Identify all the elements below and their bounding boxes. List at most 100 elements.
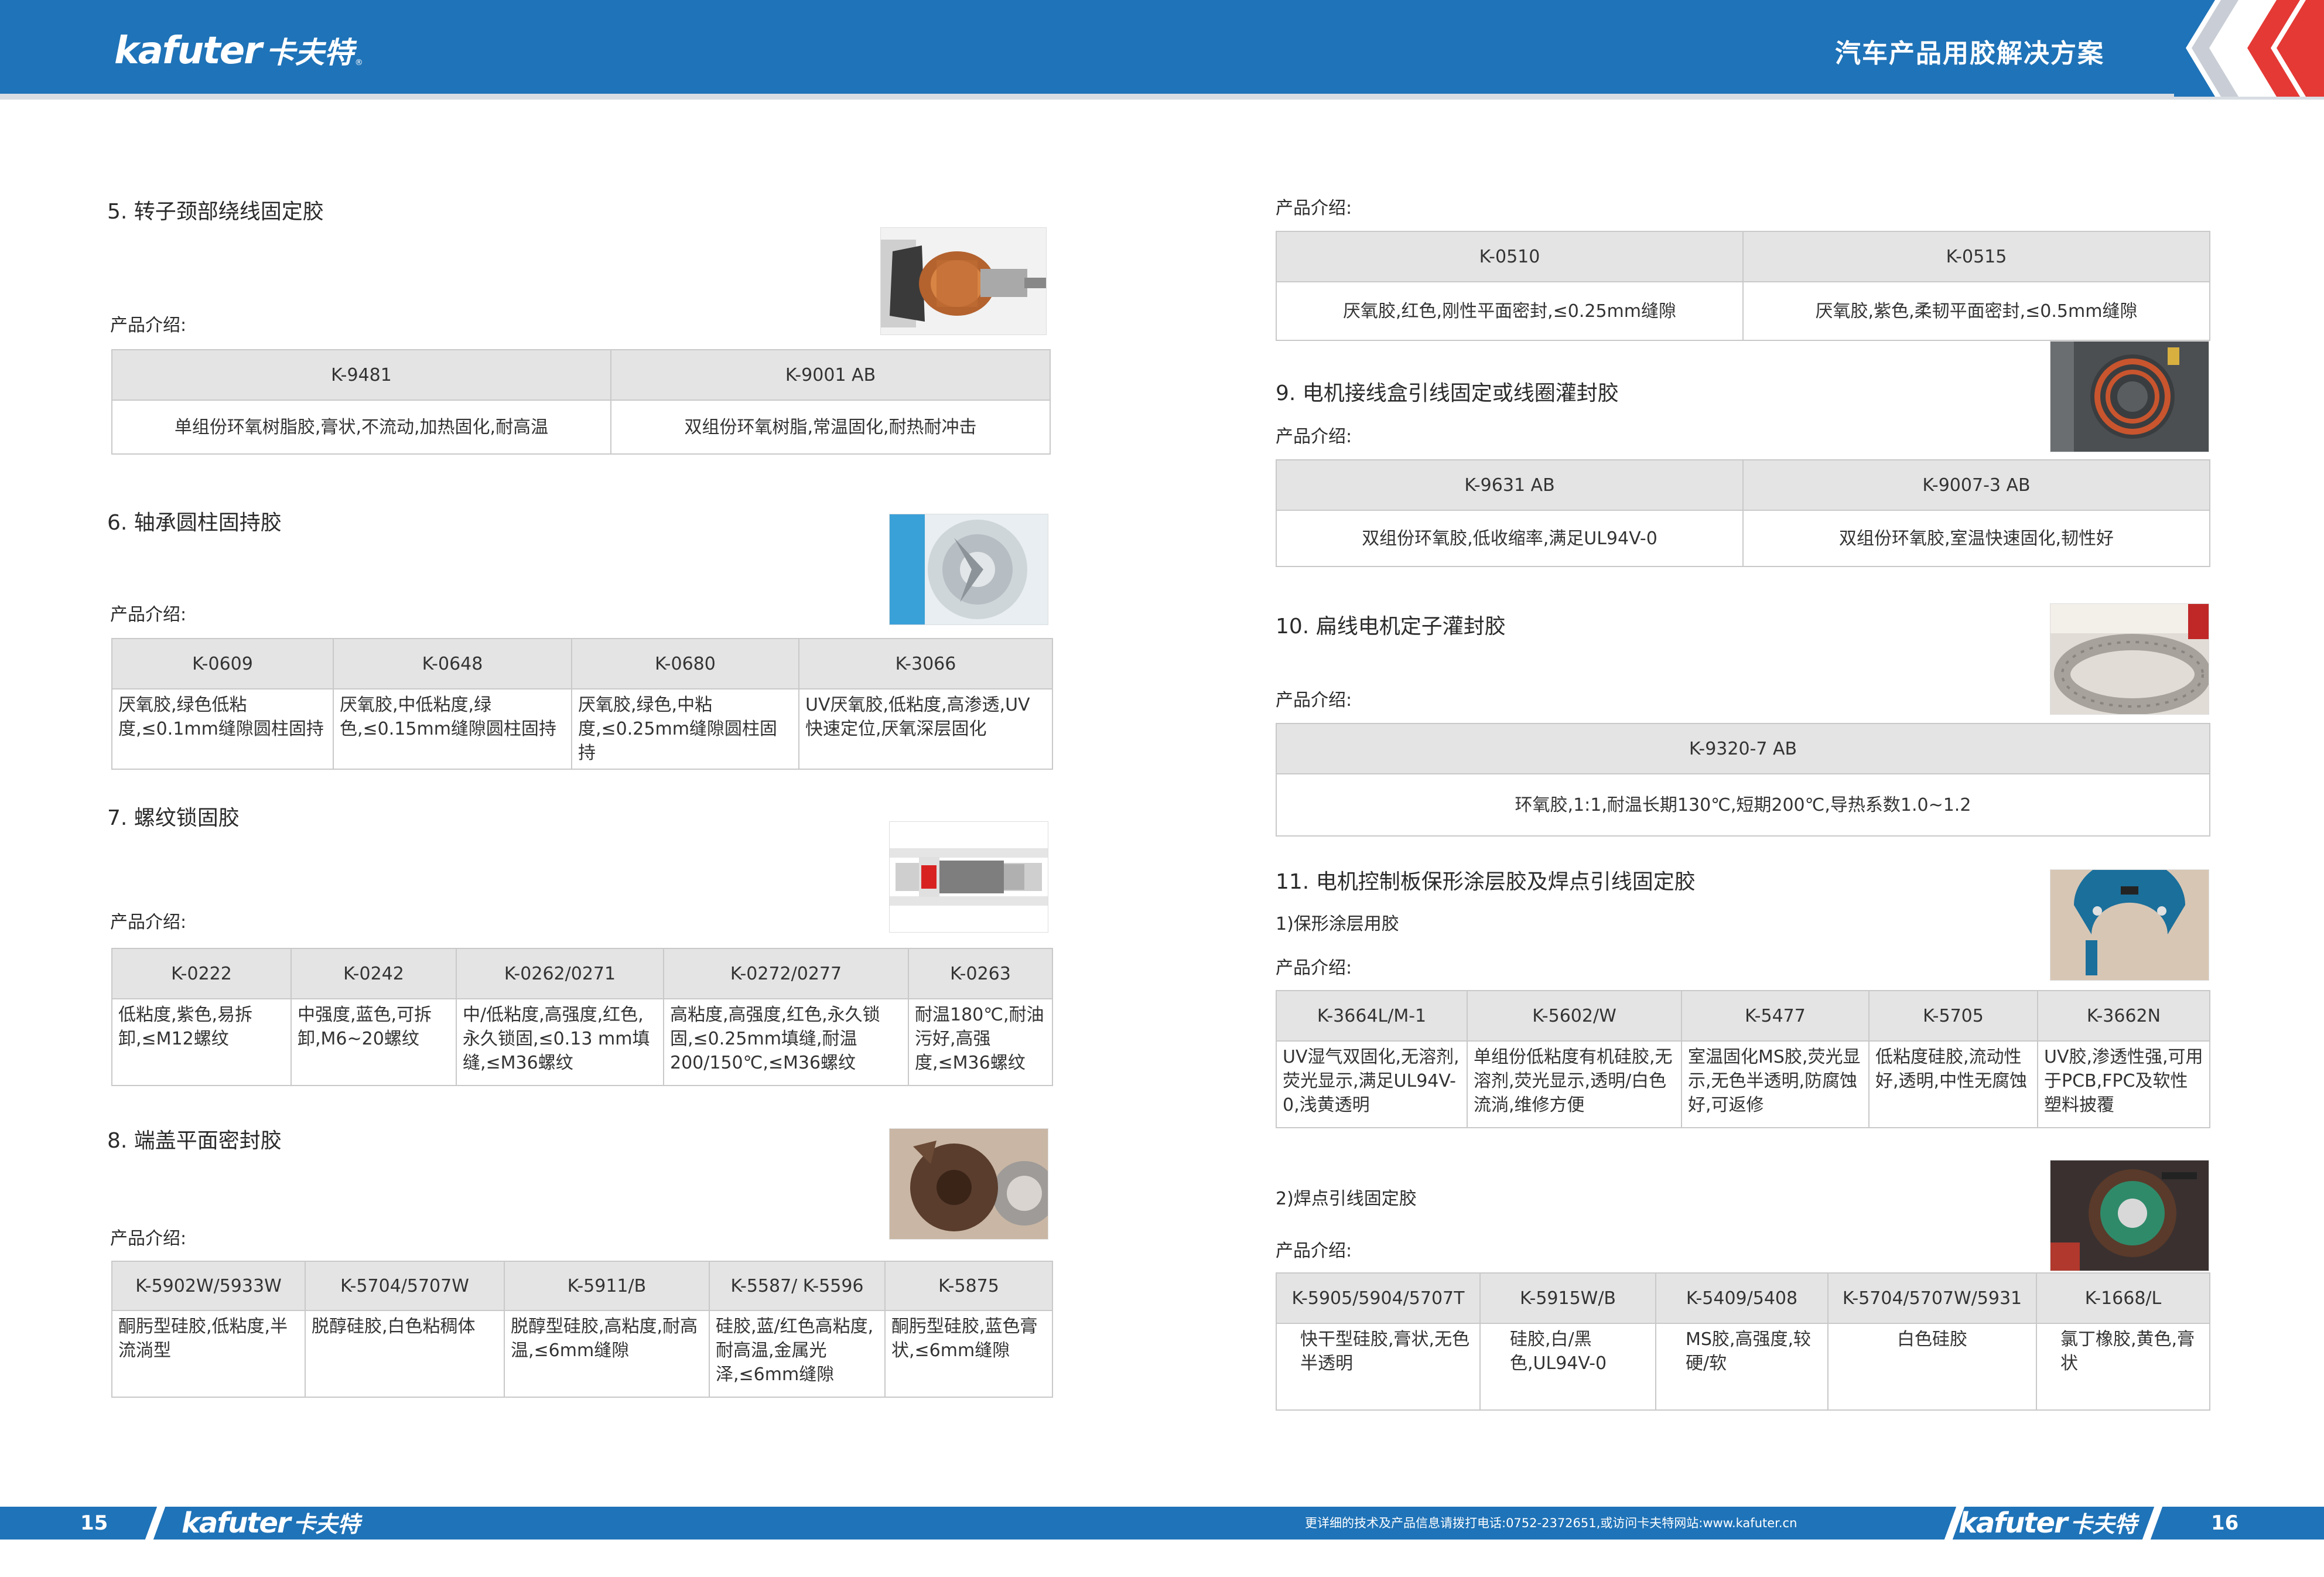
table-header-cell: K-0222 <box>111 948 292 999</box>
table-header-cell: K-0609 <box>111 638 334 689</box>
intro-label-8: 产品介绍: <box>110 1228 187 1249</box>
table-header-cell: K-5587/ K-5596 <box>709 1261 886 1311</box>
table-cell: 双组份环氧胶,室温快速固化,韧性好 <box>1742 510 2210 567</box>
table-header-cell: K-5902W/5933W <box>111 1261 306 1311</box>
product-photo-thread <box>889 821 1048 933</box>
table-cell: 双组份环氧胶,低收缩率,满足UL94V-0 <box>1276 510 1744 567</box>
section-title-6: 6. 轴承圆柱固持胶 <box>107 511 282 535</box>
table-header-cell: K-3664L/M-1 <box>1276 990 1468 1042</box>
table-header-cell: K-5911/B <box>504 1261 710 1311</box>
table-header-cell: K-9320-7 AB <box>1276 723 2210 774</box>
product-photo-pcb <box>2050 869 2209 981</box>
table-header-cell: K-0263 <box>908 948 1053 999</box>
intro-label-11-1: 产品介绍: <box>1276 958 1352 978</box>
table-header-cell: K-0262/0271 <box>456 948 664 999</box>
table-cell: 硅胶,蓝/红色高粘度,耐高温,金属光泽,≤6mm缝隙 <box>709 1310 886 1398</box>
table-header-cell: K-0648 <box>333 638 572 689</box>
table-cell: 低粘度硅胶,流动性好,透明,中性无腐蚀 <box>1868 1040 2038 1128</box>
product-table-8-cont: K-0510 K-0515 厌氧胶,红色,刚性平面密封,≤0.25mm缝隙 厌氧… <box>1276 231 2210 341</box>
product-table-9: K-9631 AB K-9007-3 AB 双组份环氧胶,低收缩率,满足UL94… <box>1276 459 2210 567</box>
subsection-title-11-1: 1)保形涂层用胶 <box>1276 914 1399 934</box>
section-title-8: 8. 端盖平面密封胶 <box>107 1129 282 1153</box>
table-cell: 厌氧胶,绿色,中粘度,≤0.25mm缝隙圆柱固持 <box>571 688 799 770</box>
intro-label-9: 产品介绍: <box>1276 426 1352 447</box>
table-header-cell: K-3662N <box>2037 990 2210 1042</box>
product-photo-solder <box>2050 1160 2209 1271</box>
table-cell: 硅胶,白/黑色,UL94V-0 <box>1479 1323 1656 1411</box>
header-chevron-decoration <box>2174 0 2324 97</box>
section-title-7: 7. 螺纹锁固胶 <box>107 806 240 830</box>
table-cell: 低粘度,紫色,易拆卸,≤M12螺纹 <box>111 998 292 1086</box>
table-header-cell: K-9007-3 AB <box>1742 459 2210 511</box>
table-header-cell: K-5915W/B <box>1479 1272 1656 1324</box>
table-cell: 厌氧胶,紫色,柔韧平面密封,≤0.5mm缝隙 <box>1742 281 2210 341</box>
intro-label-11-2: 产品介绍: <box>1276 1241 1352 1261</box>
table-header-cell: K-0680 <box>571 638 799 689</box>
table-cell: 双组份环氧树脂,常温固化,耐热耐冲击 <box>610 400 1051 455</box>
table-cell: 酮肟型硅胶,低粘度,半流淌型 <box>111 1310 306 1398</box>
table-header-cell: K-0272/0277 <box>663 948 909 999</box>
table-cell: 脱醇硅胶,白色粘稠体 <box>305 1310 505 1398</box>
table-cell: 厌氧胶,绿色低粘度,≤0.1mm缝隙圆柱固持 <box>111 688 334 770</box>
footer-logo-en: kafuter <box>182 1507 291 1540</box>
chevron-icon <box>2174 0 2324 97</box>
brand-logo: kafuter 卡夫特 ® <box>114 30 363 71</box>
table-header-cell: K-5704/5707W/5931 <box>1827 1272 2037 1324</box>
intro-label-7: 产品介绍: <box>110 912 187 933</box>
table-cell: 厌氧胶,中低粘度,绿色,≤0.15mm缝隙圆柱固持 <box>333 688 572 770</box>
table-header-cell: K-3066 <box>798 638 1053 689</box>
table-header-cell: K-5409/5408 <box>1655 1272 1829 1324</box>
table-cell: 中强度,蓝色,可拆卸,M6~20螺纹 <box>290 998 457 1086</box>
table-header-cell: K-9001 AB <box>610 349 1051 401</box>
table-header-cell: K-0242 <box>290 948 457 999</box>
product-table-6: K-0609 K-0648 K-0680 K-3066 厌氧胶,绿色低粘度,≤0… <box>111 638 1053 770</box>
table-header-cell: K-9631 AB <box>1276 459 1744 511</box>
header-shadow <box>0 94 2324 100</box>
product-photo-rotor <box>880 227 1047 335</box>
intro-label-6: 产品介绍: <box>110 605 187 625</box>
table-header-cell: K-5477 <box>1681 990 1870 1042</box>
intro-label-5: 产品介绍: <box>110 315 187 336</box>
footer-logo-right: kafuter 卡夫特 <box>1959 1508 2137 1538</box>
product-table-11-1: K-3664L/M-1 K-5602/W K-5477 K-5705 K-366… <box>1276 990 2210 1128</box>
table-header-cell: K-5905/5904/5707T <box>1276 1272 1481 1324</box>
brand-logo-en: kafuter <box>114 29 262 73</box>
table-cell: UV厌氧胶,低粘度,高渗透,UV快速定位,厌氧深层固化 <box>798 688 1053 770</box>
footer-logo-cn: 卡夫特 <box>2070 1511 2137 1537</box>
product-table-5: K-9481 K-9001 AB 单组份环氧树脂胶,膏状,不流动,加热固化,耐高… <box>111 349 1051 455</box>
footer-logo-en: kafuter <box>1959 1507 2068 1540</box>
intro-label-8-cont: 产品介绍: <box>1276 198 1352 219</box>
table-cell: 快干型硅胶,膏状,无色半透明 <box>1276 1323 1481 1411</box>
table-header-cell: K-0510 <box>1276 231 1744 282</box>
section-title-5: 5. 转子颈部绕线固定胶 <box>107 200 324 224</box>
brand-registered-mark: ® <box>354 58 363 67</box>
table-cell: 单组份环氧树脂胶,膏状,不流动,加热固化,耐高温 <box>111 400 611 455</box>
product-table-10: K-9320-7 AB 环氧胶,1:1,耐温长期130℃,短期200℃,导热系数… <box>1276 723 2210 837</box>
table-cell: UV湿气双固化,无溶剂,荧光显示,满足UL94V-0,浅黄透明 <box>1276 1040 1468 1128</box>
table-cell: 酮肟型硅胶,蓝色膏状,≤6mm缝隙 <box>884 1310 1053 1398</box>
product-table-7: K-0222 K-0242 K-0262/0271 K-0272/0277 K-… <box>111 948 1053 1086</box>
footer-contact-text: 更详细的技术及产品信息请拨打电话:0752-2372651,或访问卡夫特网站:w… <box>1305 1516 1797 1530</box>
table-cell: 耐温180℃,耐油污好,高强度,≤M36螺纹 <box>908 998 1053 1086</box>
footer-logo-left: kafuter 卡夫特 <box>182 1508 360 1538</box>
page-number-left: 15 <box>80 1511 108 1535</box>
intro-label-10: 产品介绍: <box>1276 690 1352 711</box>
page-number-right: 16 <box>2211 1511 2239 1535</box>
table-cell: 环氧胶,1:1,耐温长期130℃,短期200℃,导热系数1.0~1.2 <box>1276 773 2210 837</box>
product-table-11-2: K-5905/5904/5707T K-5915W/B K-5409/5408 … <box>1276 1272 2210 1411</box>
brand-logo-cn: 卡夫特 <box>265 36 354 70</box>
table-header-cell: K-5704/5707W <box>305 1261 505 1311</box>
table-header-cell: K-1668/L <box>2036 1272 2210 1324</box>
table-cell: 中/低粘度,高强度,红色,永久锁固,≤0.13 mm填缝,≤M36螺纹 <box>456 998 664 1086</box>
product-table-8: K-5902W/5933W K-5704/5707W K-5911/B K-55… <box>111 1261 1053 1398</box>
table-header-cell: K-9481 <box>111 349 611 401</box>
subsection-title-11-2: 2)焊点引线固定胶 <box>1276 1189 1417 1209</box>
table-header-cell: K-5875 <box>884 1261 1053 1311</box>
table-cell: 脱醇型硅胶,高粘度,耐高温,≤6mm缝隙 <box>504 1310 710 1398</box>
table-cell: 白色硅胶 <box>1827 1323 2037 1411</box>
header-title: 汽车产品用胶解决方案 <box>1835 39 2104 69</box>
section-title-11: 11. 电机控制板保形涂层胶及焊点引线固定胶 <box>1276 870 1696 894</box>
table-cell: 高粘度,高强度,红色,永久锁固,≤0.25mm填缝,耐温200/150℃,≤M3… <box>663 998 909 1086</box>
product-photo-coil <box>2050 341 2209 452</box>
table-cell: 单组份低粘度有机硅胶,无溶剂,荧光显示,透明/白色流淌,维修方便 <box>1467 1040 1682 1128</box>
